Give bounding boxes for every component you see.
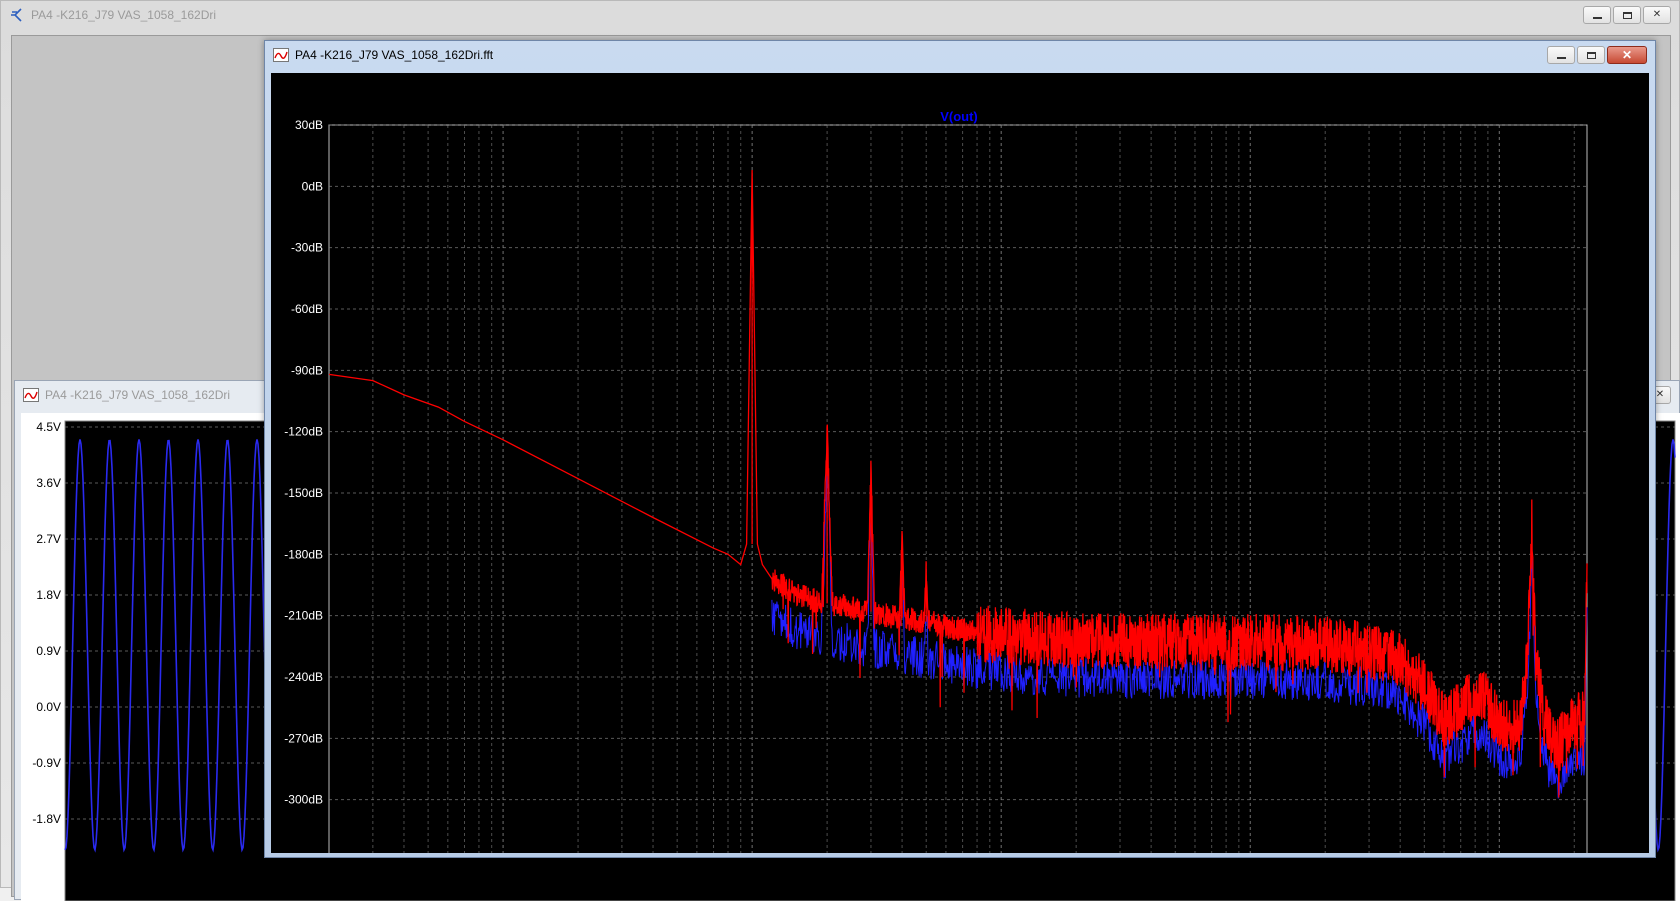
fft-close-button[interactable]: ✕ [1607,46,1647,64]
main-close-button[interactable]: ✕ [1643,6,1671,24]
waveform-icon [23,388,39,402]
fft-window-titlebar[interactable]: PA4 -K216_J79 VAS_1058_162Dri.fft ✕ [265,41,1655,69]
trace-label[interactable]: V(out) [940,109,978,124]
y-tick-label: 0dB [302,179,323,193]
y-tick-label: 0.9V [36,644,61,658]
fft-window: PA4 -K216_J79 VAS_1058_162Dri.fft ✕ 30dB… [264,40,1656,858]
y-tick-label: -60dB [291,302,323,316]
y-tick-label: -210dB [284,609,323,623]
y-tick-label: -270dB [284,731,323,745]
y-tick-label: -0.9V [32,756,61,770]
y-tick-label: -240dB [284,670,323,684]
main-titlebar[interactable]: PA4 -K216_J79 VAS_1058_162Dri ✕ [1,1,1679,29]
main-restore-button[interactable] [1613,6,1641,24]
main-minimize-button[interactable] [1583,6,1611,24]
y-tick-label: -120dB [284,425,323,439]
fft-plot[interactable]: 30dB 0dB -30dB -60dB -90dB -120dB -150dB -180dB… [271,73,1649,853]
y-tick-label: -150dB [284,486,323,500]
y-tick-label: -1.8V [32,812,61,826]
y-tick-label: 1.8V [36,588,61,602]
time-window-title: PA4 -K216_J79 VAS_1058_162Dri [45,388,231,402]
y-tick-label: -180dB [284,547,323,561]
y-tick-label: 3.6V [36,476,61,490]
fft-minimize-button[interactable] [1547,46,1575,64]
y-tick-label: -300dB [284,793,323,807]
main-window-title: PA4 -K216_J79 VAS_1058_162Dri [31,8,217,22]
y-tick-label: 2.7V [36,532,61,546]
y-tick-label: 0.0V [36,700,61,714]
y-tick-label: 30dB [295,118,323,132]
y-tick-label: -30dB [291,241,323,255]
schematic-icon [11,8,22,22]
y-tick-label: -90dB [291,363,323,377]
fft-restore-button[interactable] [1577,46,1605,64]
fft-window-title: PA4 -K216_J79 VAS_1058_162Dri.fft [295,48,494,62]
waveform-icon [273,48,289,62]
y-tick-label: 4.5V [36,420,61,434]
